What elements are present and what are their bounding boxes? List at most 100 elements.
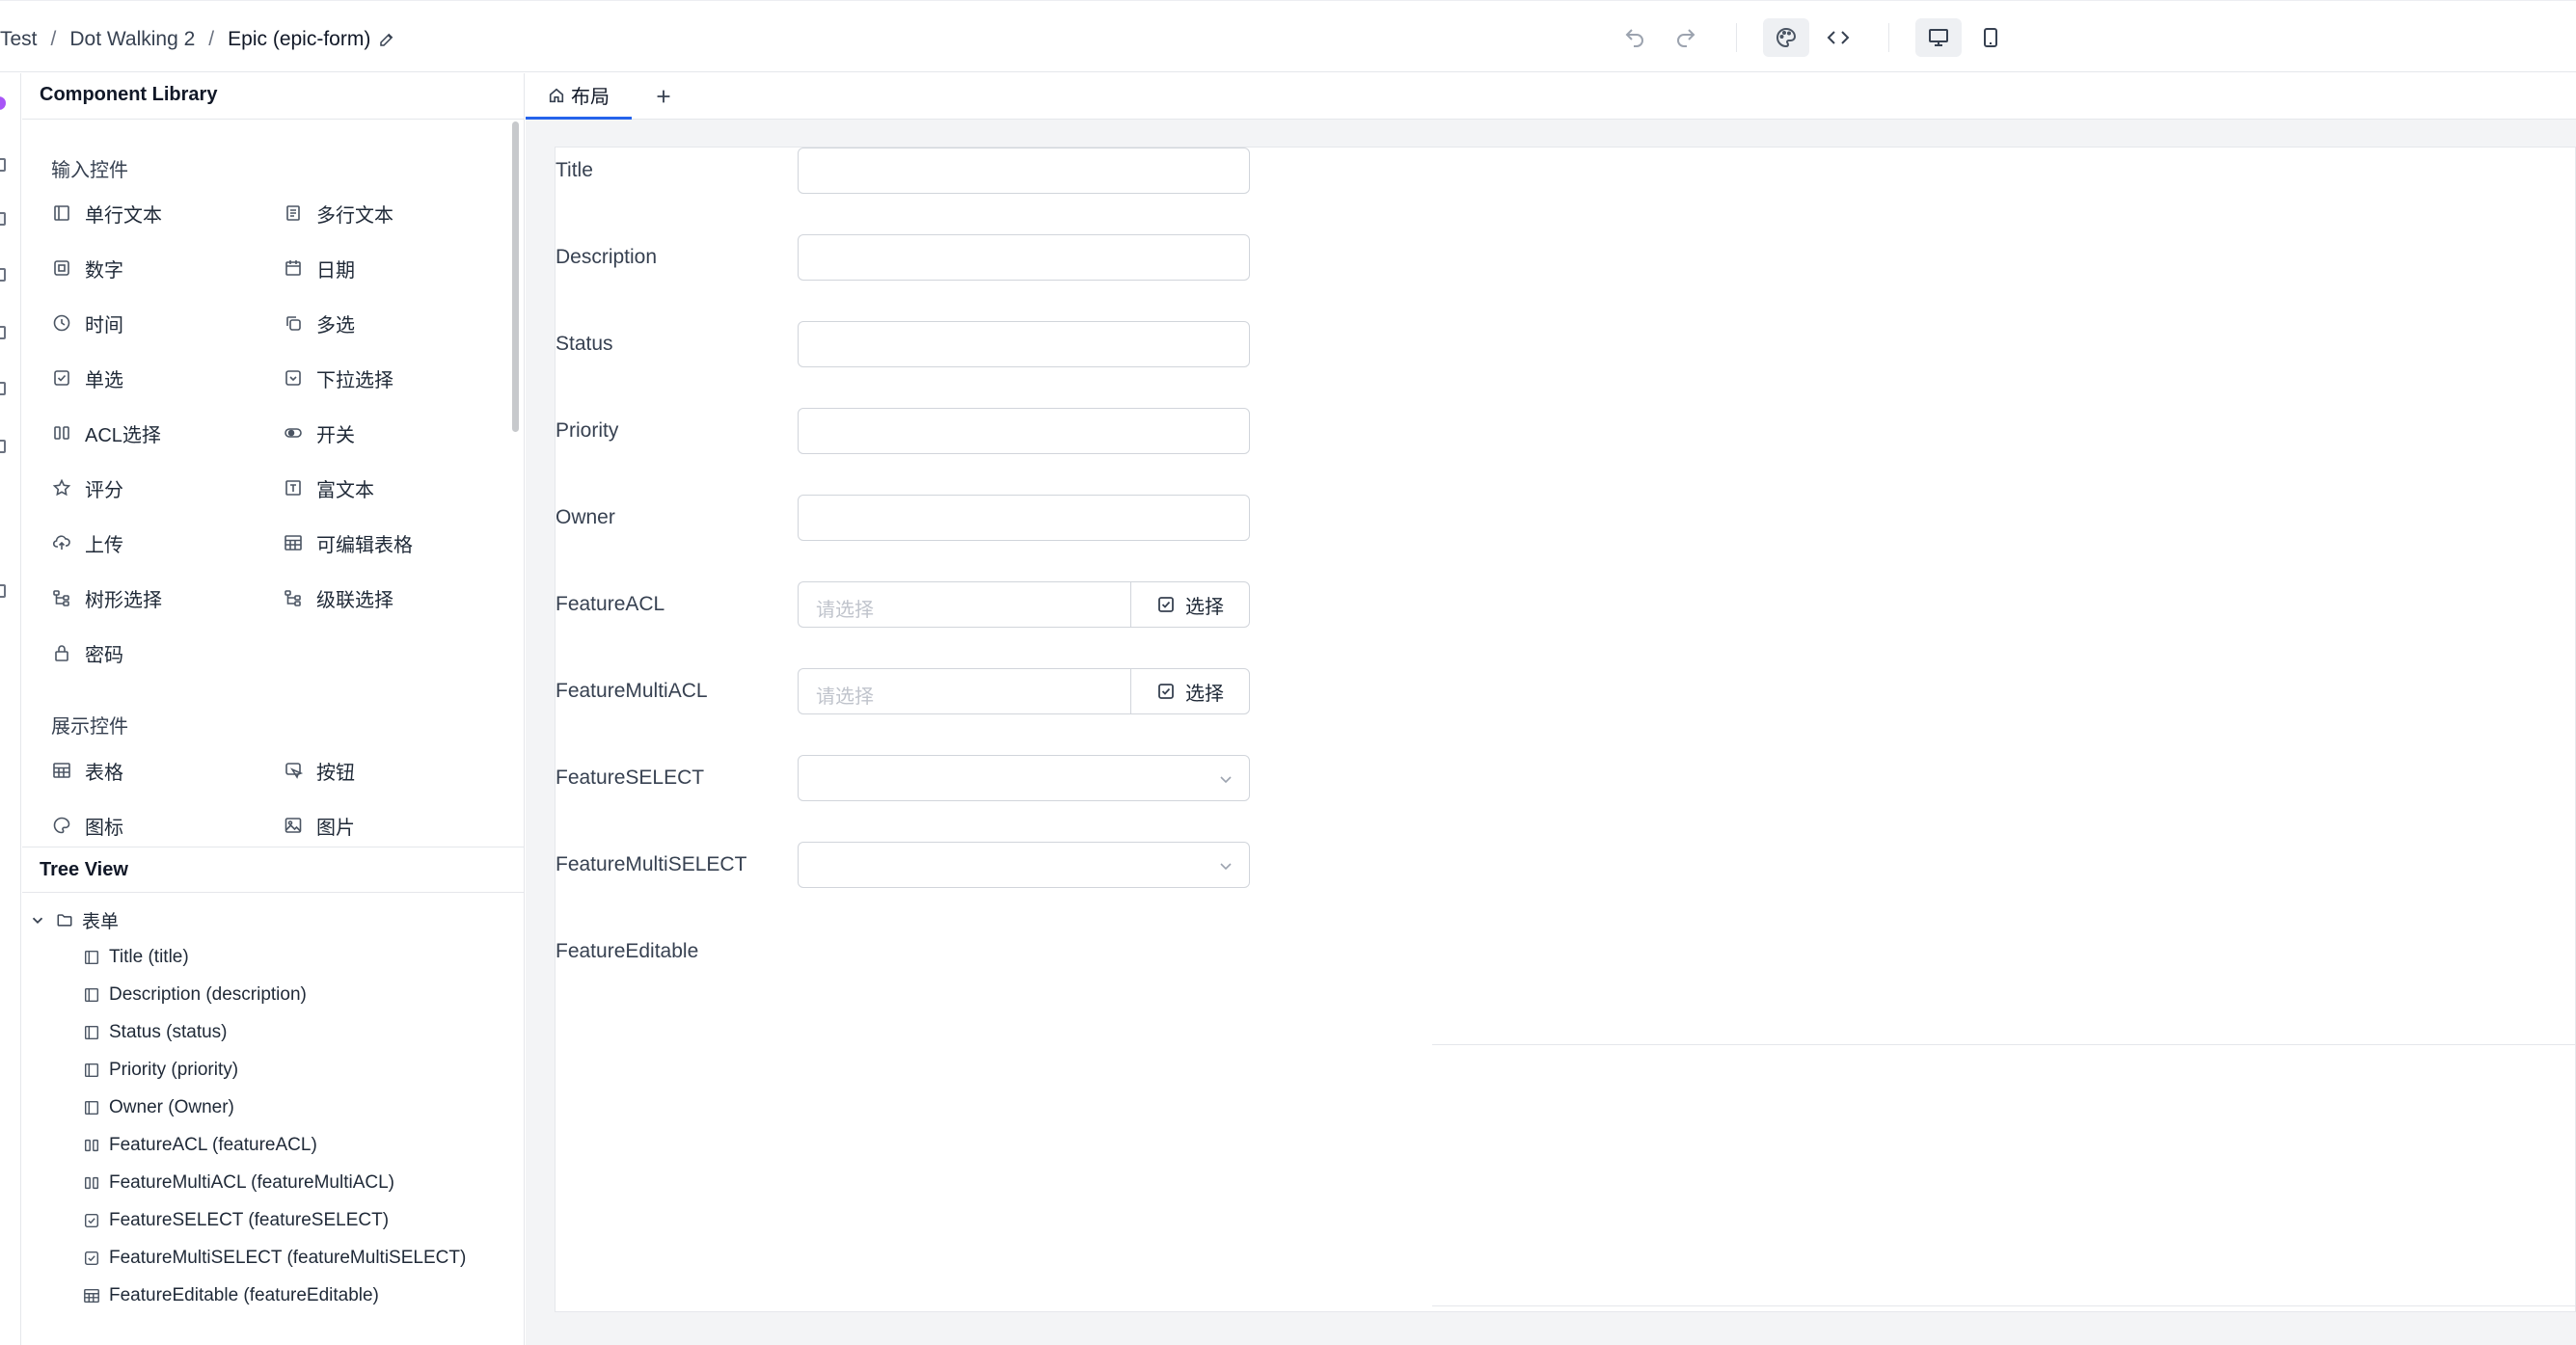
editable-table-divider bbox=[1432, 1044, 2576, 1045]
field-label: Status bbox=[556, 333, 613, 355]
component-label: 评分 bbox=[85, 479, 123, 501]
palette-icon[interactable] bbox=[1763, 18, 1809, 57]
tree-item-priority[interactable]: Priority (priority) bbox=[82, 1057, 238, 1084]
component-tree-select[interactable]: 树形选择 bbox=[52, 583, 162, 612]
tree-root-form[interactable]: 表单 bbox=[28, 906, 119, 933]
component-rich-text[interactable]: 富文本 bbox=[284, 473, 374, 502]
component-radio[interactable]: 单选 bbox=[52, 363, 123, 392]
component-library-header: Component Library bbox=[22, 73, 525, 120]
plus-icon[interactable] bbox=[648, 81, 679, 112]
component-label: 下拉选择 bbox=[316, 369, 393, 391]
component-rating[interactable]: 评分 bbox=[52, 473, 123, 502]
toggle-icon bbox=[284, 423, 303, 443]
chevron-down-icon[interactable] bbox=[28, 910, 47, 929]
tree-item-feature-acl[interactable]: FeatureACL (featureACL) bbox=[82, 1132, 317, 1159]
home-icon bbox=[549, 88, 564, 102]
form-row-feature-multi-acl: FeatureMultiACL 请选择 选择 bbox=[556, 668, 1327, 714]
feature-multi-acl-input[interactable]: 请选择 bbox=[798, 668, 1130, 714]
component-acl[interactable]: ACL选择 bbox=[52, 418, 161, 447]
feature-acl-select-button[interactable]: 选择 bbox=[1130, 581, 1250, 628]
component-button[interactable]: 按钮 bbox=[284, 756, 355, 785]
rail-nav-icon[interactable] bbox=[0, 158, 6, 172]
feature-multi-select-dropdown[interactable] bbox=[798, 842, 1250, 888]
title-input[interactable] bbox=[798, 148, 1250, 194]
multi-line-icon bbox=[284, 203, 303, 223]
component-upload[interactable]: 上传 bbox=[52, 528, 123, 557]
rail-nav-icon[interactable] bbox=[0, 326, 6, 339]
feature-multi-acl-select-button[interactable]: 选择 bbox=[1130, 668, 1250, 714]
mobile-icon[interactable] bbox=[1967, 18, 2014, 57]
field-label: Owner bbox=[556, 506, 615, 528]
tree-item-feature-editable[interactable]: FeatureEditable (featureEditable) bbox=[82, 1282, 379, 1309]
component-single-line-text[interactable]: 单行文本 bbox=[52, 199, 162, 228]
rail-nav-icon[interactable] bbox=[0, 382, 6, 395]
redo-icon[interactable] bbox=[1663, 18, 1709, 57]
tree-item-title[interactable]: Title (title) bbox=[82, 944, 189, 971]
rail-nav-icon[interactable] bbox=[0, 268, 6, 282]
chevron-down-icon bbox=[1220, 776, 1232, 784]
component-switch[interactable]: 开关 bbox=[284, 418, 355, 447]
component-editable-table[interactable]: 可编辑表格 bbox=[284, 528, 413, 557]
tab-layout[interactable]: 布局 bbox=[526, 73, 632, 120]
field-label: FeatureMultiSELECT bbox=[556, 853, 747, 875]
tree-item-label: Title (title) bbox=[109, 947, 189, 967]
component-table[interactable]: 表格 bbox=[52, 756, 123, 785]
rich-text-icon bbox=[284, 478, 303, 498]
priority-input[interactable] bbox=[798, 408, 1250, 454]
rail-nav-icon[interactable] bbox=[0, 584, 6, 598]
input-controls-heading: 输入控件 bbox=[51, 160, 128, 181]
breadcrumb-separator: / bbox=[50, 28, 57, 50]
component-cascade-select[interactable]: 级联选择 bbox=[284, 583, 393, 612]
tree-item-label: FeatureSELECT (featureSELECT) bbox=[109, 1210, 390, 1230]
component-multi-line-text[interactable]: 多行文本 bbox=[284, 199, 393, 228]
component-icon[interactable]: 图标 bbox=[52, 811, 123, 840]
tree-item-status[interactable]: Status (status) bbox=[82, 1019, 228, 1046]
tree-item-description[interactable]: Description (description) bbox=[82, 982, 307, 1009]
tree-item-owner[interactable]: Owner (Owner) bbox=[82, 1094, 234, 1121]
single-line-icon bbox=[52, 203, 71, 223]
desktop-icon[interactable] bbox=[1915, 18, 1962, 57]
owner-input[interactable] bbox=[798, 495, 1250, 541]
breadcrumb-item-test[interactable]: Test bbox=[0, 28, 38, 51]
acl-icon bbox=[82, 1136, 101, 1155]
component-library-title: Component Library bbox=[40, 84, 218, 105]
component-label: 树形选择 bbox=[85, 589, 162, 611]
component-password[interactable]: 密码 bbox=[52, 638, 123, 667]
component-label: 按钮 bbox=[316, 762, 355, 784]
status-input[interactable] bbox=[798, 321, 1250, 367]
component-image[interactable]: 图片 bbox=[284, 811, 355, 840]
tree-item-label: Status (status) bbox=[109, 1022, 228, 1042]
input-icon bbox=[82, 948, 101, 967]
breadcrumb-item-dot-walking[interactable]: Dot Walking 2 bbox=[69, 28, 195, 51]
tree-view-header: Tree View bbox=[22, 847, 525, 893]
editable-table-divider bbox=[1432, 1305, 2576, 1306]
form-row-feature-multi-select: FeatureMultiSELECT bbox=[556, 842, 1327, 888]
acl-icon bbox=[82, 1173, 101, 1193]
breadcrumb: Test / Dot Walking 2 / Epic (epic-form) bbox=[0, 25, 395, 54]
select-icon bbox=[284, 368, 303, 388]
user-avatar-icon[interactable] bbox=[0, 96, 6, 110]
undo-icon[interactable] bbox=[1612, 18, 1658, 57]
tree-item-label: FeatureACL (featureACL) bbox=[109, 1135, 317, 1155]
lock-icon bbox=[52, 643, 71, 662]
component-number[interactable]: 数字 bbox=[52, 254, 123, 282]
component-label: 级联选择 bbox=[316, 589, 393, 611]
feature-select-dropdown[interactable] bbox=[798, 755, 1250, 801]
tree-item-feature-multi-select[interactable]: FeatureMultiSELECT (featureMultiSELECT) bbox=[82, 1245, 466, 1272]
description-input[interactable] bbox=[798, 234, 1250, 281]
rail-nav-icon[interactable] bbox=[0, 212, 6, 226]
component-library-scrollbar[interactable] bbox=[512, 121, 519, 432]
tree-item-feature-select[interactable]: FeatureSELECT (featureSELECT) bbox=[82, 1207, 389, 1234]
component-multi-select[interactable]: 多选 bbox=[284, 309, 355, 337]
feature-acl-input[interactable]: 请选择 bbox=[798, 581, 1130, 628]
rail-nav-icon[interactable] bbox=[0, 440, 6, 453]
code-icon[interactable] bbox=[1815, 18, 1861, 57]
component-dropdown[interactable]: 下拉选择 bbox=[284, 363, 393, 392]
component-date[interactable]: 日期 bbox=[284, 254, 355, 282]
component-label: 数字 bbox=[85, 259, 123, 282]
tree-item-label: FeatureMultiACL (featureMultiACL) bbox=[109, 1172, 395, 1193]
component-time[interactable]: 时间 bbox=[52, 309, 123, 337]
tree-item-feature-multi-acl[interactable]: FeatureMultiACL (featureMultiACL) bbox=[82, 1170, 394, 1197]
pencil-icon[interactable] bbox=[378, 31, 395, 48]
breadcrumb-separator: / bbox=[208, 28, 215, 50]
